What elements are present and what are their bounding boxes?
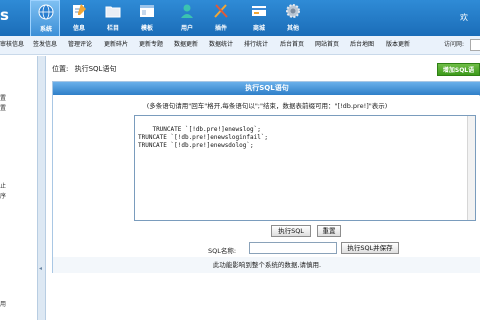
breadcrumb: 位置: 执行SQL语句 <box>52 64 116 74</box>
nav-label: 插件 <box>214 25 227 32</box>
visit-label: 访问网: <box>444 41 465 48</box>
quick-menu-bar: 审核信息 签发信息 管理评论 更新碎片 更新专题 数据更新 数据统计 排行统计 … <box>0 36 480 55</box>
nav-column[interactable]: 栏目 <box>98 0 128 36</box>
sidebar-collapse-bar[interactable]: ◂ <box>37 56 46 320</box>
visit-select[interactable] <box>470 39 480 51</box>
sidebar-item[interactable]: 置 <box>0 104 6 113</box>
nav-plugin[interactable]: 插件 <box>206 0 236 36</box>
menu-link-version-update[interactable]: 版本更新 <box>386 41 410 49</box>
folder-icon <box>105 6 121 18</box>
nav-label: 栏目 <box>106 25 119 32</box>
menu-link-data-stats[interactable]: 数据统计 <box>209 41 233 49</box>
menu-link-admin-home[interactable]: 后台首页 <box>280 41 304 49</box>
top-navigation-bar: s 系统 信息 栏目 模板 用户 插件 商城 其他 欢 <box>0 0 480 36</box>
menu-link-rank-stats[interactable]: 排行统计 <box>244 41 268 49</box>
menu-link-comments[interactable]: 管理评论 <box>68 41 92 49</box>
action-row: 执行SQL 重置 <box>53 222 480 240</box>
textarea-scrollbar[interactable] <box>467 116 475 220</box>
nav-other[interactable]: 其他 <box>278 0 308 36</box>
sql-textarea[interactable]: TRUNCATE `[!db.pre!]enewslog`; TRUNCATE … <box>134 115 476 221</box>
sidebar-item[interactable]: 置 <box>0 94 6 103</box>
reset-button[interactable]: 重置 <box>317 225 341 237</box>
sidebar-item[interactable]: 止 <box>0 182 6 191</box>
nav-label: 用户 <box>180 25 193 32</box>
execute-sql-button[interactable]: 执行SQL <box>271 225 311 237</box>
add-sql-button[interactable]: 增加SQL语 <box>437 63 480 76</box>
warning-note: 此功能影响到整个系统的数据,请慎用. <box>53 257 480 273</box>
nav-system[interactable]: 系统 <box>30 0 60 36</box>
menu-link-fragments[interactable]: 更新碎片 <box>104 41 128 49</box>
menu-link-data-update[interactable]: 数据更新 <box>174 41 198 49</box>
menu-link-topics[interactable]: 更新专题 <box>139 41 163 49</box>
nav-label: 商城 <box>252 25 265 32</box>
sidebar-item[interactable]: 用 <box>0 300 6 309</box>
logo: s <box>0 6 9 24</box>
breadcrumb-link[interactable]: 执行SQL语句 <box>75 65 117 73</box>
card-icon <box>252 6 266 16</box>
nav-user[interactable]: 用户 <box>172 0 202 36</box>
nav-label: 信息 <box>72 25 85 32</box>
pencil-note-icon <box>73 4 86 18</box>
user-icon <box>181 4 193 18</box>
sql-hint-text: (多条语句请用"回车"格开,每条语句以";"结束，数据表前缀可用："[!db.p… <box>146 102 388 110</box>
sidebar-item[interactable]: 序 <box>0 192 6 201</box>
menu-link-admin-map[interactable]: 后台地图 <box>350 41 374 49</box>
nav-label: 系统 <box>39 26 52 33</box>
nav-template[interactable]: 模板 <box>132 0 162 36</box>
menu-link-sign[interactable]: 签发信息 <box>33 41 57 49</box>
panel-title: 执行SQL语句 <box>53 82 480 95</box>
sql-textarea-content: TRUNCATE `[!db.pre!]enewslog`; TRUNCATE … <box>138 126 269 149</box>
sql-name-row: SQL名称: 执行SQL并保存 <box>53 240 480 257</box>
nav-label: 模板 <box>140 25 153 32</box>
menu-link-site-home[interactable]: 网站首页 <box>315 41 339 49</box>
tools-icon <box>214 4 228 18</box>
welcome-text: 欢 <box>460 13 468 22</box>
gear-icon <box>286 4 300 18</box>
nav-label: 其他 <box>286 25 299 32</box>
globe-icon <box>38 4 54 20</box>
execute-sql-panel: 执行SQL语句 (多条语句请用"回车"格开,每条语句以";"结束，数据表前缀可用… <box>52 81 480 273</box>
sidebar: 置 置 止 序 用 <box>0 56 40 320</box>
template-window-icon <box>140 5 154 17</box>
nav-shop[interactable]: 商城 <box>244 0 274 36</box>
execute-and-save-button[interactable]: 执行SQL并保存 <box>341 242 399 254</box>
menu-link-review[interactable]: 审核信息 <box>0 41 24 49</box>
sql-name-label: SQL名称: <box>208 247 237 255</box>
sql-name-input[interactable] <box>249 242 337 254</box>
breadcrumb-prefix: 位置: <box>52 65 69 73</box>
collapse-arrow-icon[interactable]: ◂ <box>39 265 42 272</box>
nav-info[interactable]: 信息 <box>64 0 94 36</box>
